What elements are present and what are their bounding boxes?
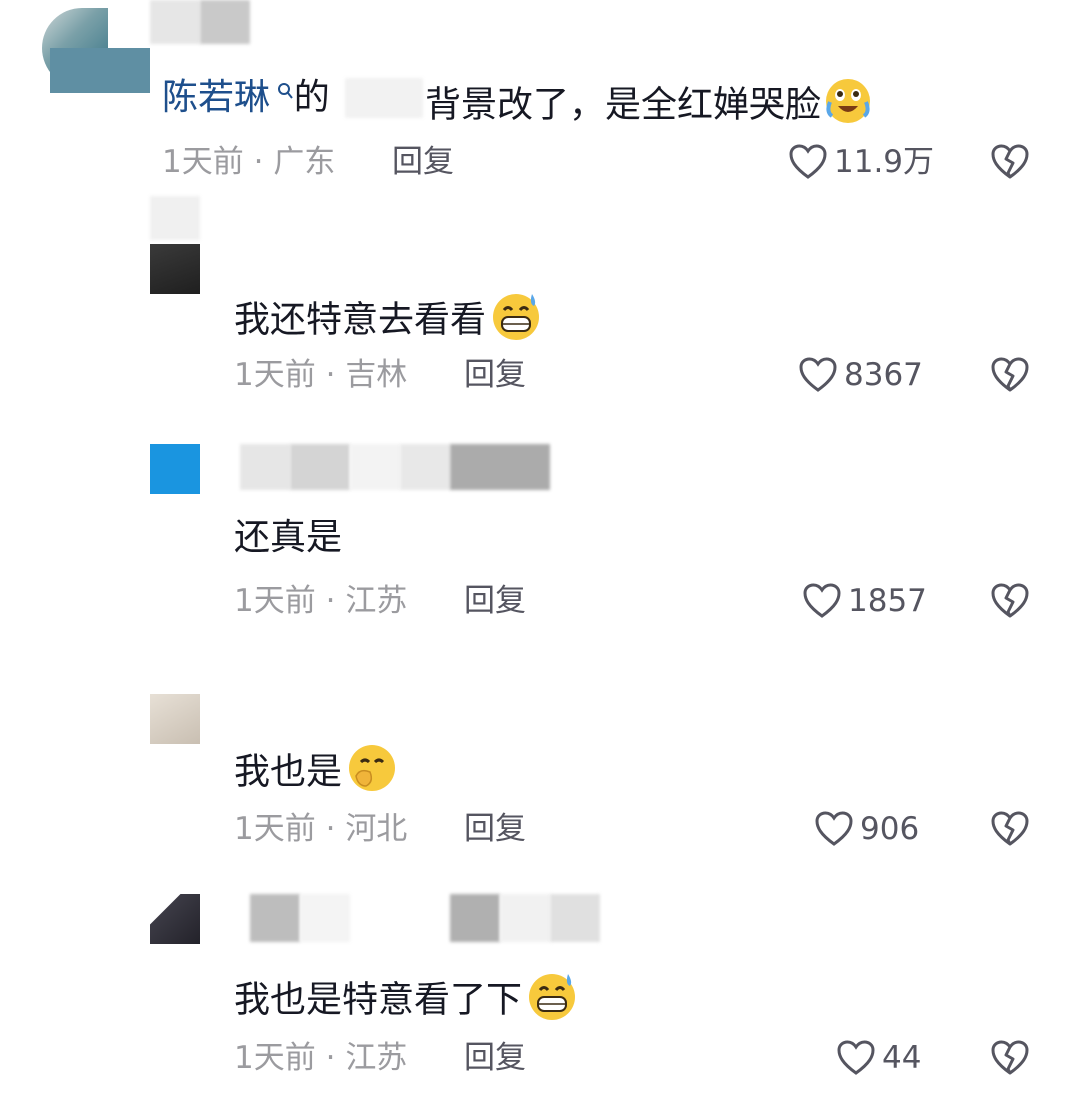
avatar[interactable] [150, 244, 200, 294]
avatar-overlay [50, 48, 150, 93]
comment-body: 我也是特意看了下 [234, 979, 523, 1021]
mention-link[interactable]: 陈若琳 [162, 77, 270, 118]
location: 江苏 [345, 1040, 408, 1076]
dislike-icon[interactable] [990, 810, 1030, 848]
heart-icon [802, 582, 842, 620]
like-count: 906 [860, 811, 920, 847]
dislike-icon[interactable] [990, 143, 1030, 181]
heart-icon [788, 143, 828, 181]
avatar[interactable] [150, 894, 200, 944]
reply-button[interactable]: 回复 [392, 142, 454, 182]
comment-text: 背景改了，是全红婵哭脸 [425, 76, 873, 137]
like-button[interactable]: 8367 [798, 355, 923, 395]
comment-text: 我还特意去看看 [234, 290, 544, 353]
timestamp: 1天前 [234, 583, 316, 619]
timestamp: 1天前 [234, 811, 316, 847]
comment-text: 还真是 [234, 517, 343, 558]
like-button[interactable]: 1857 [802, 581, 927, 621]
reply-button[interactable]: 回复 [464, 809, 526, 849]
comment-text: 我也是 [234, 742, 400, 805]
separator: · [325, 357, 336, 393]
heart-icon [814, 810, 854, 848]
username-blurred [290, 444, 350, 490]
avatar[interactable] [150, 694, 200, 744]
dislike-icon[interactable] [990, 582, 1030, 620]
grinning-sweat-emoji [524, 970, 580, 1033]
comment-meta: 1天前 · 河北 [234, 809, 407, 849]
username-blurred [240, 444, 290, 490]
username-blurred [400, 444, 450, 490]
dislike-icon[interactable] [990, 356, 1030, 394]
separator: · [325, 1040, 336, 1076]
timestamp: 1天前 [234, 1040, 316, 1076]
username-blurred [550, 894, 600, 942]
comment-text: 陈若琳 的 [162, 76, 330, 120]
username-blurred [450, 894, 500, 942]
like-count: 8367 [844, 357, 923, 393]
username-blurred [250, 894, 300, 942]
username-blurred [500, 894, 550, 942]
location: 吉林 [345, 357, 408, 393]
username-blurred [450, 444, 550, 490]
like-count: 11.9万 [834, 144, 935, 180]
timestamp: 1天前 [234, 357, 316, 393]
username-blurred [150, 0, 200, 44]
separator: · [325, 811, 336, 847]
covering-mouth-emoji [344, 742, 400, 805]
reply-button[interactable]: 回复 [464, 581, 526, 621]
comment-meta: 1天前 · 江苏 [234, 581, 407, 621]
heart-icon [836, 1039, 876, 1077]
crying-laughing-emoji [823, 76, 873, 137]
like-button[interactable]: 906 [814, 809, 919, 849]
heart-icon [798, 356, 838, 394]
separator: · [253, 144, 264, 180]
redacted-text [345, 78, 423, 118]
username-blurred [150, 196, 200, 240]
timestamp: 1天前 [162, 144, 244, 180]
comment-meta: 1天前 · 吉林 [234, 355, 407, 395]
comment-meta: 1天前 · 广东 [162, 142, 335, 182]
username-blurred [300, 894, 350, 942]
comment-meta: 1天前 · 江苏 [234, 1038, 407, 1078]
username-blurred [200, 0, 250, 44]
like-count: 44 [882, 1040, 922, 1076]
comment-body: 背景改了，是全红婵哭脸 [425, 84, 822, 126]
mention-suffix: 的 [293, 77, 330, 118]
location: 广东 [273, 144, 336, 180]
like-button[interactable]: 44 [836, 1038, 921, 1078]
like-button[interactable]: 11.9万 [788, 142, 934, 182]
username-blurred [350, 444, 400, 490]
separator: · [325, 583, 336, 619]
reply-button[interactable]: 回复 [464, 355, 526, 395]
grinning-sweat-emoji [488, 290, 544, 353]
dislike-icon[interactable] [990, 1039, 1030, 1077]
reply-button[interactable]: 回复 [464, 1038, 526, 1078]
location: 河北 [345, 811, 408, 847]
avatar[interactable] [150, 444, 200, 494]
location: 江苏 [345, 583, 408, 619]
comment-body: 我也是 [234, 751, 343, 793]
comment-body: 我还特意去看看 [234, 299, 487, 341]
comment-text: 我也是特意看了下 [234, 970, 580, 1033]
like-count: 1857 [848, 583, 927, 619]
search-icon [270, 83, 294, 108]
